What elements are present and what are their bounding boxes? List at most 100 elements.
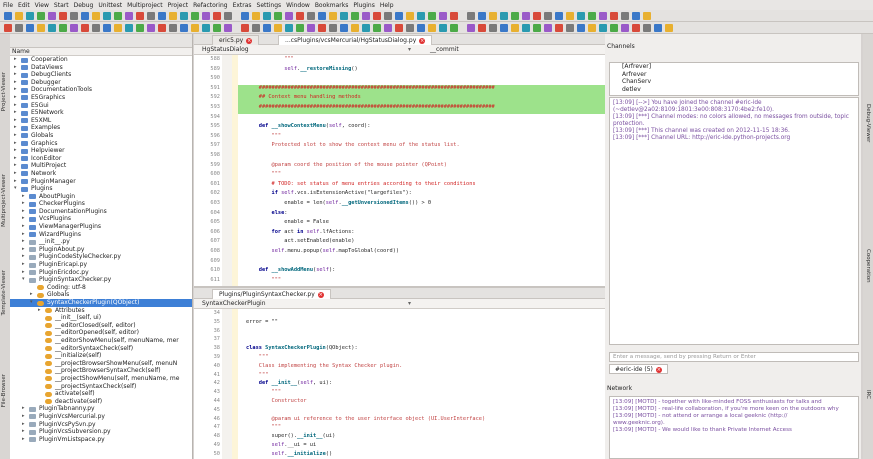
expand-arrow-icon[interactable]: ▸ <box>14 140 17 148</box>
menu-item-view[interactable]: View <box>35 2 49 9</box>
tree-row[interactable]: ▸ Network <box>10 170 192 178</box>
toolbar-button-icon[interactable] <box>202 12 210 20</box>
tab-template-viewer[interactable]: Template-Viewer <box>1 270 7 315</box>
toolbar-button-icon[interactable] <box>296 12 304 20</box>
toolbar-button-icon[interactable] <box>632 12 640 20</box>
toolbar-button-icon[interactable] <box>263 24 271 32</box>
tree-row[interactable]: ▸ Globals <box>10 291 192 299</box>
tab-pluginsyntaxchecker[interactable]: Plugins/PluginSyntaxChecker.py × <box>212 289 331 299</box>
tree-row[interactable]: ▸ E5Gui <box>10 102 192 110</box>
toolbar-button-icon[interactable] <box>180 24 188 32</box>
toolbar-button-icon[interactable] <box>384 24 392 32</box>
toolbar-button-icon[interactable] <box>395 24 403 32</box>
menu-item-window[interactable]: Window <box>286 2 310 9</box>
toolbar-button-icon[interactable] <box>241 12 249 20</box>
tree-row[interactable]: __projectBrowserShowMenu(self, menuN <box>10 360 192 368</box>
toolbar-button-icon[interactable] <box>125 12 133 20</box>
toolbar-button-icon[interactable] <box>224 12 232 20</box>
toolbar-button-icon[interactable] <box>252 12 260 20</box>
toolbar-button-icon[interactable] <box>588 24 596 32</box>
tree-row[interactable]: ▾ Plugins <box>10 185 192 193</box>
toolbar-button-icon[interactable] <box>621 24 629 32</box>
tree-row[interactable]: __projectBrowserSyntaxCheck(self) <box>10 367 192 375</box>
toolbar-button-icon[interactable] <box>522 12 530 20</box>
toolbar-button-icon[interactable] <box>114 24 122 32</box>
toolbar-button-icon[interactable] <box>478 24 486 32</box>
toolbar-button-icon[interactable] <box>103 24 111 32</box>
toolbar-button-icon[interactable] <box>395 12 403 20</box>
toolbar-button-icon[interactable] <box>136 24 144 32</box>
toolbar-button-icon[interactable] <box>665 24 673 32</box>
toolbar-button-icon[interactable] <box>48 12 56 20</box>
expand-arrow-icon[interactable]: ▸ <box>14 64 17 72</box>
expand-arrow-icon[interactable]: ▸ <box>22 413 25 421</box>
toolbar-button-icon[interactable] <box>467 24 475 32</box>
toolbar-button-icon[interactable] <box>439 12 447 20</box>
toolbar-button-icon[interactable] <box>37 24 45 32</box>
toolbar-button-icon[interactable] <box>654 24 662 32</box>
menu-item-extras[interactable]: Extras <box>233 2 252 9</box>
tree-row[interactable]: ▸ PluginEricapi.py <box>10 261 192 269</box>
menu-item-edit[interactable]: Edit <box>18 2 30 9</box>
tree-row[interactable]: __editorClosed(self, editor) <box>10 322 192 330</box>
toolbar-button-icon[interactable] <box>610 24 618 32</box>
toolbar-button-icon[interactable] <box>59 24 67 32</box>
menu-item-multiproject[interactable]: Multiproject <box>127 2 163 9</box>
toolbar-button-icon[interactable] <box>599 24 607 32</box>
tree-row[interactable]: ▸ PluginAbout.py <box>10 246 192 254</box>
close-icon[interactable]: × <box>655 367 662 373</box>
toolbar-button-icon[interactable] <box>351 12 359 20</box>
toolbar-button-icon[interactable] <box>406 24 414 32</box>
toolbar-button-icon[interactable] <box>92 24 100 32</box>
tree-row[interactable]: ▸ DebugClients <box>10 71 192 79</box>
expand-arrow-icon[interactable]: ▸ <box>22 428 25 436</box>
toolbar-button-icon[interactable] <box>599 12 607 20</box>
expand-arrow-icon[interactable]: ▸ <box>14 132 17 140</box>
tree-row[interactable]: ▸ DocumentationPlugins <box>10 208 192 216</box>
toolbar-button-icon[interactable] <box>373 12 381 20</box>
toolbar-button-icon[interactable] <box>632 24 640 32</box>
toolbar-button-icon[interactable] <box>114 12 122 20</box>
menu-item-unittest[interactable]: Unittest <box>98 2 122 9</box>
expand-arrow-icon[interactable]: ▸ <box>22 261 25 269</box>
toolbar-button-icon[interactable] <box>136 12 144 20</box>
toolbar-button-icon[interactable] <box>147 12 155 20</box>
chevron-down-icon[interactable]: ▾ <box>408 45 411 55</box>
toolbar-button-icon[interactable] <box>351 24 359 32</box>
toolbar-button-icon[interactable] <box>610 12 618 20</box>
tab-cooperation[interactable]: Cooperation <box>865 249 871 283</box>
toolbar-button-icon[interactable] <box>274 12 282 20</box>
toolbar-button-icon[interactable] <box>500 12 508 20</box>
toolbar-button-icon[interactable] <box>340 24 348 32</box>
toolbar-button-icon[interactable] <box>588 12 596 20</box>
expand-arrow-icon[interactable]: ▸ <box>14 170 17 178</box>
toolbar-button-icon[interactable] <box>544 24 552 32</box>
class-combo[interactable]: SyntaxCheckerPlugin <box>202 299 266 309</box>
close-icon[interactable]: × <box>246 38 253 44</box>
toolbar-button-icon[interactable] <box>202 24 210 32</box>
tree-row[interactable]: ▸ WizardPlugins <box>10 231 192 239</box>
tree-row[interactable]: activate(self) <box>10 390 192 398</box>
toolbar-button-icon[interactable] <box>555 12 563 20</box>
tree-row[interactable]: ▸ Helpviewer <box>10 147 192 155</box>
toolbar-button-icon[interactable] <box>329 12 337 20</box>
toolbar-button-icon[interactable] <box>296 24 304 32</box>
tree-row[interactable]: ▸ E5Network <box>10 109 192 117</box>
tree-row[interactable]: ▸ PluginManager <box>10 178 192 186</box>
expand-arrow-icon[interactable]: ▸ <box>14 162 17 170</box>
toolbar-button-icon[interactable] <box>213 12 221 20</box>
toolbar-button-icon[interactable] <box>329 24 337 32</box>
tab-file-browser[interactable]: File-Browser <box>1 374 7 407</box>
tree-row[interactable]: ▸ E5XML <box>10 117 192 125</box>
toolbar-button-icon[interactable] <box>70 12 78 20</box>
toolbar-button-icon[interactable] <box>224 24 232 32</box>
tree-row[interactable]: ▸ PluginEricdoc.py <box>10 269 192 277</box>
tree-row[interactable]: ▸ Cooperation <box>10 56 192 64</box>
toolbar-button-icon[interactable] <box>533 24 541 32</box>
tree-row[interactable]: __editorSyntaxCheck(self) <box>10 345 192 353</box>
user-list-item[interactable]: [Arfrever] <box>610 63 858 71</box>
tab-debug-viewer[interactable]: Debug-Viewer <box>865 104 871 142</box>
expand-arrow-icon[interactable]: ▸ <box>14 124 17 132</box>
toolbar-button-icon[interactable] <box>406 12 414 20</box>
toolbar-button-icon[interactable] <box>643 24 651 32</box>
